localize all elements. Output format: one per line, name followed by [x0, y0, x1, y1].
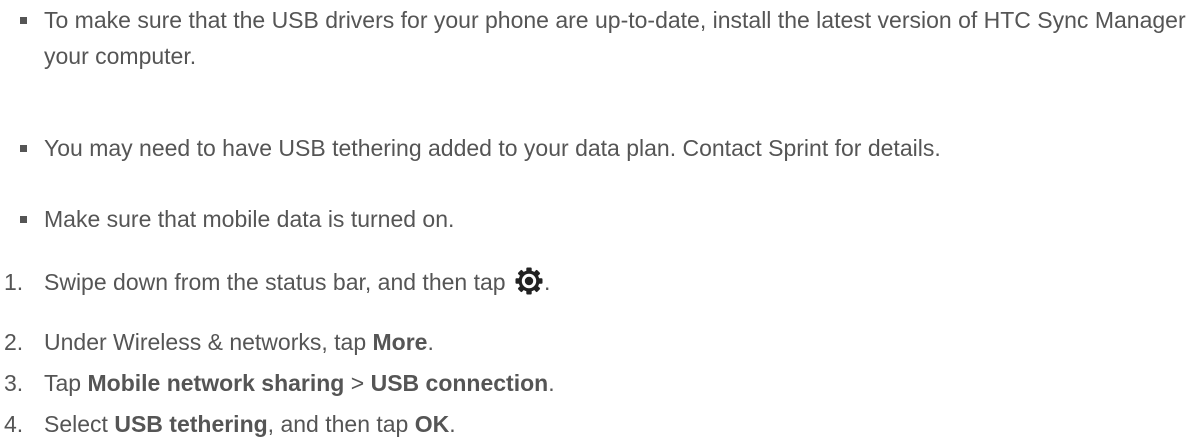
path-separator: > — [344, 370, 371, 396]
instructions-page: To make sure that the USB drivers for yo… — [0, 0, 1188, 444]
step-number: 4. — [4, 411, 24, 437]
step-number: 1. — [4, 269, 24, 295]
note-item: To make sure that the USB drivers for yo… — [0, 2, 1188, 74]
step-text: Tap — [44, 370, 88, 396]
settings-gear-icon — [515, 267, 543, 295]
step-text: , and then tap — [267, 411, 415, 437]
note-text: To make sure that the USB drivers for yo… — [44, 7, 1188, 69]
menu-option-mobile-network-sharing: Mobile network sharing — [87, 370, 345, 396]
step-number: 3. — [4, 370, 24, 396]
menu-option-more: More — [372, 329, 428, 355]
note-text: Make sure that mobile data is turned on. — [44, 206, 455, 232]
button-label-ok: OK — [414, 411, 450, 437]
step-text: Select — [44, 411, 115, 437]
step-text: Swipe down from the status bar, and then… — [44, 269, 506, 295]
step-text: . — [548, 370, 555, 396]
step-number: 2. — [4, 329, 24, 355]
step-text: . — [427, 329, 434, 355]
step-text: . — [543, 269, 551, 295]
note-item: Make sure that mobile data is turned on. — [0, 201, 1188, 237]
bullet-marker — [20, 145, 27, 152]
bullet-marker — [20, 216, 27, 223]
menu-option-usb-tethering: USB tethering — [114, 411, 268, 437]
step-item: 1. Swipe down from the status bar, and th… — [0, 264, 1188, 300]
step-text: . — [449, 411, 456, 437]
menu-option-usb-connection: USB connection — [370, 370, 549, 396]
step-item: 2. Under Wireless & networks, tap More. — [0, 324, 1188, 360]
step-item: 3. Tap Mobile network sharing > USB conne… — [0, 365, 1188, 401]
step-text: Under Wireless & networks, tap — [44, 329, 373, 355]
note-item: You may need to have USB tethering added… — [0, 130, 1188, 166]
note-text: You may need to have USB tethering added… — [44, 135, 941, 161]
step-item: 4. Select USB tethering, and then tap OK. — [0, 406, 1188, 442]
bullet-marker — [20, 17, 27, 24]
